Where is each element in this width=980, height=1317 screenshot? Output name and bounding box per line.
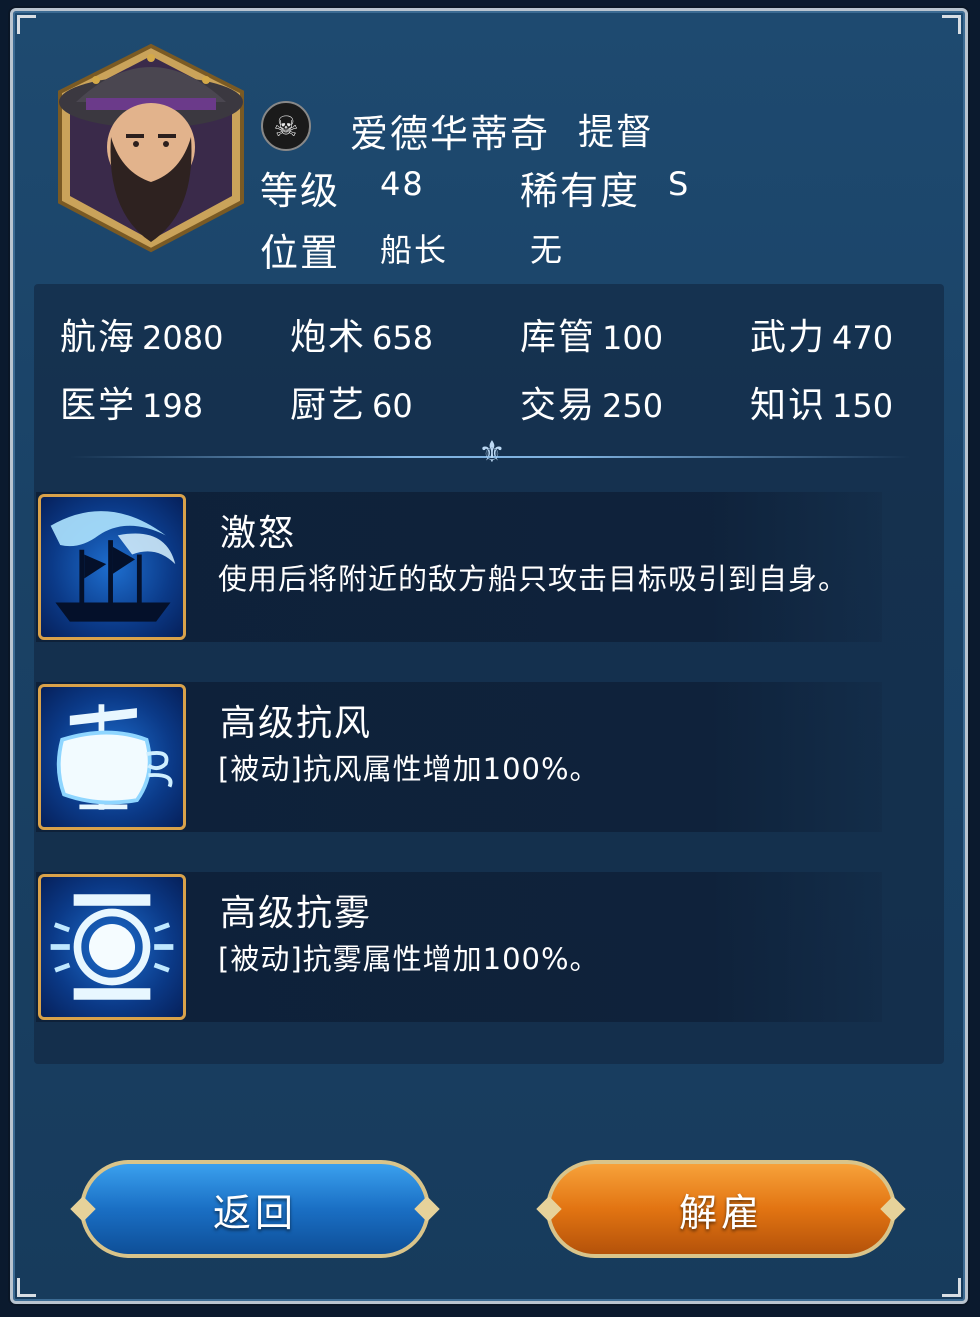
skill-description: [被动]抗风属性增加100%。 xyxy=(218,752,600,786)
stat-force: 武力 470 xyxy=(750,308,893,360)
fleur-ornament-icon: ⚜ xyxy=(478,435,506,470)
position-extra: 无 xyxy=(530,231,565,269)
stat-label: 医学 xyxy=(60,385,137,426)
stat-value: 150 xyxy=(832,387,894,425)
stat-label: 知识 xyxy=(750,385,827,426)
stat-label: 航海 xyxy=(60,317,137,358)
skill-title: 激怒 xyxy=(220,513,297,554)
skill-row-rage[interactable]: 激怒 使用后将附近的敌方船只攻击目标吸引到自身。 xyxy=(36,492,882,642)
character-name: 爱德华蒂奇 xyxy=(350,112,551,156)
stat-gunnery: 炮术 658 xyxy=(290,308,433,360)
stat-knowledge: 知识 150 xyxy=(750,376,893,428)
frame-corner xyxy=(942,1278,961,1297)
stat-label: 炮术 xyxy=(290,317,367,358)
stat-value: 2080 xyxy=(142,319,224,357)
skill-description: [被动]抗雾属性增加100%。 xyxy=(218,942,600,976)
stat-navigation: 航海 2080 xyxy=(60,308,223,360)
position-label: 位置 xyxy=(260,231,341,275)
dismiss-button[interactable]: 解雇 xyxy=(546,1160,896,1258)
skill-row-wind-resist[interactable]: 高级抗风 [被动]抗风属性增加100%。 xyxy=(36,682,882,832)
stat-medicine: 医学 198 xyxy=(60,376,203,428)
fog-resist-icon xyxy=(38,874,186,1020)
back-button[interactable]: 返回 xyxy=(80,1160,430,1258)
stat-label: 武力 xyxy=(750,317,827,358)
stat-label: 厨艺 xyxy=(290,385,367,426)
frame-corner xyxy=(17,1278,36,1297)
skull-crossbones-icon: ☠ xyxy=(261,101,311,151)
stat-storage: 库管 100 xyxy=(520,308,663,360)
stat-value: 60 xyxy=(372,387,413,425)
stat-label: 交易 xyxy=(520,385,597,426)
wind-resist-icon xyxy=(38,684,186,830)
position-value: 船长 xyxy=(380,231,449,269)
stat-value: 250 xyxy=(602,387,664,425)
captain-portrait xyxy=(56,42,246,254)
stat-cooking: 厨艺 60 xyxy=(290,376,413,428)
skill-title: 高级抗雾 xyxy=(220,893,373,934)
rarity-label: 稀有度 xyxy=(520,169,641,213)
frame-corner xyxy=(17,15,36,34)
stat-trade: 交易 250 xyxy=(520,376,663,428)
skill-description: 使用后将附近的敌方船只攻击目标吸引到自身。 xyxy=(218,562,849,596)
skill-title: 高级抗风 xyxy=(220,703,373,744)
character-rank: 提督 xyxy=(578,112,655,153)
level-value: 48 xyxy=(380,165,425,203)
stat-value: 658 xyxy=(372,319,434,357)
skill-row-fog-resist[interactable]: 高级抗雾 [被动]抗雾属性增加100%。 xyxy=(36,872,882,1022)
rage-ship-icon xyxy=(38,494,186,640)
rarity-value: S xyxy=(668,165,691,203)
stat-value: 198 xyxy=(142,387,204,425)
frame-corner xyxy=(942,15,961,34)
level-label: 等级 xyxy=(260,169,341,213)
stat-value: 470 xyxy=(832,319,894,357)
stat-value: 100 xyxy=(602,319,664,357)
stat-label: 库管 xyxy=(520,317,597,358)
